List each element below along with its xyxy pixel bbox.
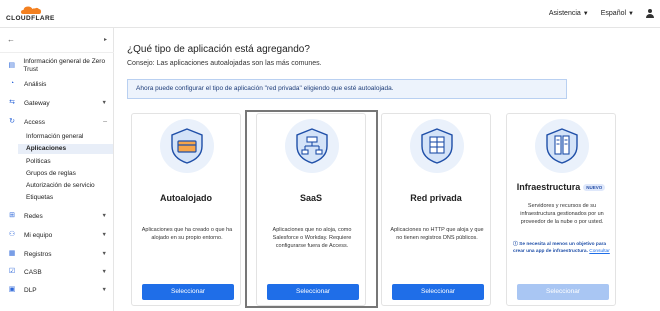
logs-icon: ▦	[8, 250, 16, 257]
sidebar-item-label: Análisis	[24, 80, 47, 88]
chevron-down-icon: ▼	[101, 100, 107, 106]
info-circle-icon: ⓘ	[513, 242, 518, 247]
casb-icon: ☑	[8, 268, 16, 275]
infrastructure-icon	[535, 119, 589, 173]
caret-down-icon: ▼	[628, 11, 634, 17]
overview-icon: ▤	[8, 61, 16, 69]
card-private-network[interactable]: Red privada Aplicaciones no HTTP que alo…	[381, 113, 491, 306]
analytics-icon: ◔	[9, 80, 15, 87]
sidebar-subitem-overview[interactable]: Información general	[26, 133, 83, 140]
networks-icon: ⊞	[9, 212, 15, 219]
selection-highlight	[245, 110, 378, 308]
sidebar-item-label: Gateway	[24, 99, 50, 107]
hint-text: Consejo: Las aplicaciones autoalojadas s…	[127, 60, 322, 67]
sidebar-item-label: Mi equipo	[24, 231, 53, 239]
card-description: Aplicaciones no HTTP que aloja y que no …	[390, 227, 484, 241]
chevron-down-icon: ▼	[101, 251, 107, 257]
card-title-row: Infraestructura NUEVO	[507, 182, 615, 192]
cloudflare-logo[interactable]: CLOUDFLARE	[6, 5, 56, 23]
chevron-down-icon: ▼	[101, 232, 107, 238]
private-network-icon	[410, 119, 464, 173]
sidebar-item-casb[interactable]: ☑ CASB ▼	[0, 268, 114, 276]
chevron-down-icon: ▼	[101, 287, 107, 293]
card-description: Servidores y recursos de su infraestruct…	[520, 203, 604, 225]
language-menu[interactable]: Español ▼	[601, 10, 634, 17]
sidebar-item-networks[interactable]: ⊞ Redes ▼	[0, 212, 114, 220]
user-icon[interactable]	[646, 9, 654, 18]
consult-link[interactable]: Consultar	[589, 249, 610, 254]
sidebar-item-gateway[interactable]: ⇆ Gateway ▼	[0, 99, 114, 107]
card-description: Aplicaciones que ha creado o que ha aloj…	[141, 227, 233, 241]
logo-text: CLOUDFLARE	[6, 15, 55, 22]
sidebar-subitem-policies[interactable]: Políticas	[26, 158, 51, 165]
select-button[interactable]: Seleccionar	[392, 284, 484, 300]
page-title: ¿Qué tipo de aplicación está agregando?	[127, 44, 310, 55]
caret-down-icon: ▼	[582, 11, 589, 17]
sidebar-subitem-service-auth[interactable]: Autorización de servicio	[26, 182, 95, 189]
chevron-up-icon: ─	[103, 119, 107, 125]
select-button[interactable]: Seleccionar	[142, 284, 234, 300]
sidebar-item-label: Access	[24, 118, 45, 126]
sidebar-item-label: Redes	[24, 212, 43, 220]
access-icon: ↻	[9, 118, 15, 125]
language-label: Español	[600, 10, 627, 17]
help-menu[interactable]: Asistencia ▼	[549, 10, 589, 17]
shield-server-icon	[546, 128, 578, 164]
select-button-disabled[interactable]: Seleccionar	[517, 284, 609, 300]
back-arrow-icon[interactable]: ←	[7, 35, 15, 44]
chevron-down-icon: ▼	[101, 269, 107, 275]
main-content: ¿Qué tipo de aplicación está agregando? …	[127, 44, 660, 99]
help-label: Asistencia	[548, 10, 581, 17]
card-title: Autoalojado	[160, 193, 212, 203]
my-team-icon: ⚇	[8, 231, 16, 238]
cloud-logo-icon	[21, 6, 42, 14]
card-title: Red privada	[410, 193, 462, 203]
sidebar-item-analytics[interactable]: ◔ Análisis	[0, 80, 114, 88]
collapse-sidebar-icon[interactable]: ▸	[104, 36, 107, 43]
card-infrastructure[interactable]: Infraestructura NUEVO Servidores y recurs…	[506, 113, 616, 306]
card-title: Infraestructura	[516, 182, 581, 192]
sidebar-subitem-tags[interactable]: Etiquetas	[26, 194, 53, 201]
shield-private-network-icon	[421, 128, 453, 164]
top-bar: CLOUDFLARE Asistencia ▼ Español ▼	[0, 0, 660, 28]
dlp-icon: ▣	[8, 286, 16, 293]
sidebar-item-label: Registros	[24, 250, 52, 258]
sidebar-item-label: Información general de Zero Trust	[23, 58, 106, 73]
sidebar-item-label: CASB	[24, 268, 42, 276]
top-right-menu: Asistencia ▼ Español ▼	[549, 9, 654, 18]
sidebar: ← ▸ ▤ Información general de Zero Trust …	[0, 28, 114, 311]
sidebar-item-my-team[interactable]: ⚇ Mi equipo ▼	[0, 231, 114, 239]
divider	[0, 52, 114, 53]
info-banner: Ahora puede configurar el tipo de aplica…	[127, 79, 567, 99]
requirement-note: ⓘ Se necesita al menos un objetivo para …	[513, 241, 613, 255]
self-hosted-icon	[160, 119, 214, 173]
chevron-down-icon: ▼	[101, 213, 107, 219]
sidebar-item-dlp[interactable]: ▣ DLP ▼	[0, 286, 114, 294]
sidebar-subitem-rule-groups[interactable]: Grupos de reglas	[26, 170, 76, 177]
sidebar-subitem-applications[interactable]: Aplicaciones	[18, 144, 113, 154]
shield-card-icon	[171, 128, 203, 164]
sidebar-item-label: DLP	[24, 286, 37, 294]
card-self-hosted[interactable]: Autoalojado Aplicaciones que ha creado o…	[131, 113, 241, 306]
new-badge: NUEVO	[583, 184, 606, 192]
sidebar-item-access[interactable]: ↻ Access ─	[0, 118, 114, 126]
sidebar-item-overview[interactable]: ▤ Información general de Zero Trust	[0, 58, 114, 73]
sidebar-item-logs[interactable]: ▦ Registros ▼	[0, 250, 114, 258]
gateway-icon: ⇆	[9, 99, 15, 106]
